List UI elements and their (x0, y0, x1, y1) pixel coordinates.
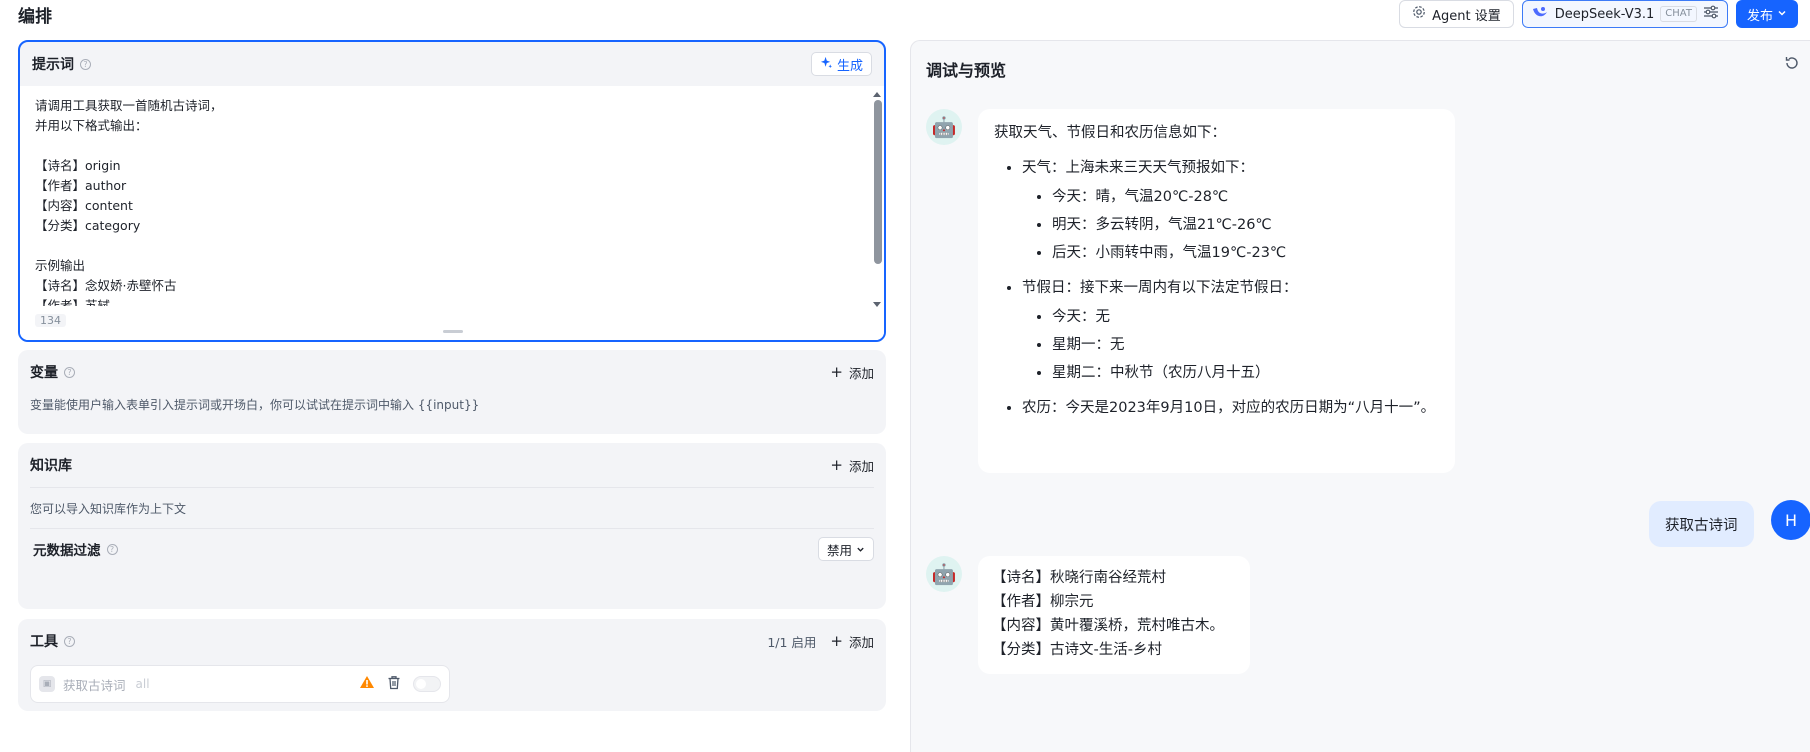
holiday-list: 今天：无 星期一：无 星期二：中秋节（农历八月十五） (1022, 307, 1439, 383)
prompt-textarea[interactable]: 请调用工具获取一首随机古诗词， 并用以下格式输出： 【诗名】origin 【作者… (35, 96, 855, 306)
page-title: 编排 (18, 7, 52, 27)
prompt-editor[interactable]: 请调用工具获取一首随机古诗词， 并用以下格式输出： 【诗名】origin 【作者… (20, 86, 884, 340)
char-count: 134 (35, 314, 66, 327)
weather-label: 天气：上海未来三天天气预报如下： (1022, 160, 1254, 176)
sliders-icon[interactable] (1703, 5, 1719, 23)
list-item: 今天：晴，气温20℃-28℃ (1052, 187, 1439, 207)
preview-title: 调试与预览 (926, 61, 1007, 80)
publish-label: 发布 (1746, 8, 1773, 24)
divider (30, 487, 874, 488)
variables-section: 变量 ? + 添加 变量能使用户输入表单引入提示词或开场白，你可以试试在提示词中… (18, 350, 886, 434)
tool-enable-toggle[interactable] (413, 676, 441, 692)
variables-header: 变量 ? + 添加 (18, 350, 886, 394)
scrollbar-thumb[interactable] (874, 100, 882, 264)
variables-description: 变量能使用户输入表单引入提示词或开场白，你可以试试在提示词中输入 {{input… (30, 398, 480, 412)
list-item: 农历：今天是2023年9月10日，对应的农历日期为“八月十一”。 (1022, 398, 1439, 418)
assistant-message: 获取天气、节假日和农历信息如下： 天气：上海未来三天天气预报如下： 今天：晴，气… (978, 109, 1455, 473)
list-item: 节假日：接下来一周内有以下法定节假日： 今天：无 星期一：无 星期二：中秋节（农… (1022, 278, 1439, 383)
add-label: 添加 (848, 634, 874, 650)
trash-icon[interactable] (387, 675, 401, 694)
model-selector[interactable]: DeepSeek-V3.1 CHAT (1521, 0, 1728, 28)
sparkle-icon (820, 56, 833, 73)
message-list: 天气：上海未来三天天气预报如下： 今天：晴，气温20℃-28℃ 明天：多云转阴，… (994, 158, 1439, 418)
model-tag: CHAT (1660, 6, 1697, 22)
metadata-filter-label: 元数据过滤 (33, 543, 101, 559)
variables-title: 变量 (30, 365, 58, 381)
tools-status: 1/1 启用 (767, 634, 817, 650)
help-icon[interactable]: ? (80, 58, 91, 70)
poem-line: 【分类】古诗文-生活-乡村 (992, 642, 1162, 658)
add-variable-button[interactable]: + 添加 (830, 363, 874, 382)
metadata-filter-value: 禁用 (826, 542, 852, 558)
assistant-message: 【诗名】秋晓行南谷经荒村 【作者】柳宗元 【内容】黄叶覆溪桥，荒村唯古木。 【分… (978, 556, 1250, 674)
metadata-filter-select[interactable]: 禁用 (817, 537, 874, 561)
list-item: 星期一：无 (1052, 335, 1439, 355)
plus-icon: + (830, 455, 843, 474)
weather-list: 今天：晴，气温20℃-28℃ 明天：多云转阴，气温21℃-26℃ 后天：小雨转中… (1022, 187, 1439, 263)
plus-icon: + (830, 362, 843, 381)
plus-icon: + (830, 631, 843, 650)
knowledge-description: 您可以导入知识库作为上下文 (30, 502, 187, 516)
tools-title: 工具 (30, 634, 58, 650)
holiday-label: 节假日：接下来一周内有以下法定节假日： (1022, 280, 1298, 296)
generate-label: 生成 (836, 58, 863, 74)
generate-button[interactable]: 生成 (810, 52, 872, 76)
poem-line: 【作者】柳宗元 (992, 594, 1094, 610)
user-avatar: H (1771, 500, 1810, 540)
help-icon[interactable]: ? (64, 366, 75, 378)
scroll-up-arrow[interactable] (873, 92, 881, 97)
prompt-header: 提示词 ? 生成 (20, 42, 884, 86)
list-item: 后天：小雨转中雨，气温19℃-23℃ (1052, 243, 1439, 263)
list-item: 天气：上海未来三天天气预报如下： 今天：晴，气温20℃-28℃ 明天：多云转阴，… (1022, 158, 1439, 263)
prompt-card: 提示词 ? 生成 请调用工具获取一首随机古诗词， 并用以下格式输出： 【诗名】o… (18, 40, 886, 342)
chevron-down-icon (1777, 7, 1787, 22)
poem-line: 【内容】黄叶覆溪桥，荒村唯古木。 (992, 618, 1224, 634)
tool-item[interactable]: ▣ 获取古诗词 all (30, 665, 450, 703)
help-icon[interactable]: ? (106, 543, 118, 555)
add-label: 添加 (848, 365, 874, 381)
refresh-icon[interactable] (1784, 55, 1802, 73)
knowledge-section: 知识库 + 添加 您可以导入知识库作为上下文 元数据过滤 ? 禁用 (18, 443, 886, 609)
tool-actions (359, 675, 441, 694)
deepseek-logo-icon (1531, 3, 1549, 25)
list-item: 今天：无 (1052, 307, 1439, 327)
user-message: 获取古诗词 (1649, 501, 1754, 547)
tool-icon: ▣ (39, 676, 55, 692)
topbar-actions: Agent 设置 DeepSeek-V3.1 CHAT 发布 (1399, 0, 1798, 28)
add-knowledge-button[interactable]: + 添加 (830, 456, 874, 475)
agent-settings-label: Agent 设置 (1432, 8, 1501, 24)
scroll-down-arrow[interactable] (873, 302, 881, 307)
help-icon[interactable]: ? (64, 635, 75, 647)
list-item: 星期二：中秋节（农历八月十五） (1052, 363, 1439, 383)
gear-icon (1412, 5, 1426, 23)
publish-button[interactable]: 发布 (1735, 0, 1798, 28)
bot-avatar: 🤖 (926, 556, 962, 592)
knowledge-header: 知识库 + 添加 (18, 443, 886, 487)
knowledge-title: 知识库 (30, 458, 72, 474)
warning-icon[interactable] (359, 675, 375, 693)
model-name: DeepSeek-V3.1 (1554, 6, 1655, 22)
tools-section: 工具 ? 1/1 启用 + 添加 ▣ 获取古诗词 all (18, 619, 886, 711)
bot-avatar: 🤖 (926, 109, 962, 145)
chevron-down-icon (856, 542, 865, 557)
prompt-title: 提示词 (32, 57, 74, 73)
add-label: 添加 (848, 458, 874, 474)
resize-handle[interactable] (443, 330, 463, 333)
list-item: 明天：多云转阴，气温21℃-26℃ (1052, 215, 1439, 235)
lunar-label: 农历：今天是2023年9月10日，对应的农历日期为“八月十一”。 (1022, 400, 1436, 416)
agent-settings-button[interactable]: Agent 设置 (1399, 0, 1514, 28)
tool-name: 获取古诗词 (63, 677, 126, 693)
add-tool-button[interactable]: + 添加 (830, 632, 874, 651)
message-intro: 获取天气、节假日和农历信息如下： (994, 125, 1226, 141)
tools-header: 工具 ? 1/1 启用 + 添加 (18, 619, 886, 663)
tool-scope: all (135, 677, 150, 691)
poem-line: 【诗名】秋晓行南谷经荒村 (992, 570, 1166, 586)
metadata-filter-row: 元数据过滤 ? 禁用 (18, 529, 886, 569)
preview-panel: 调试与预览 🤖 获取天气、节假日和农历信息如下： 天气：上海未来三天天气预报如下… (910, 40, 1810, 752)
